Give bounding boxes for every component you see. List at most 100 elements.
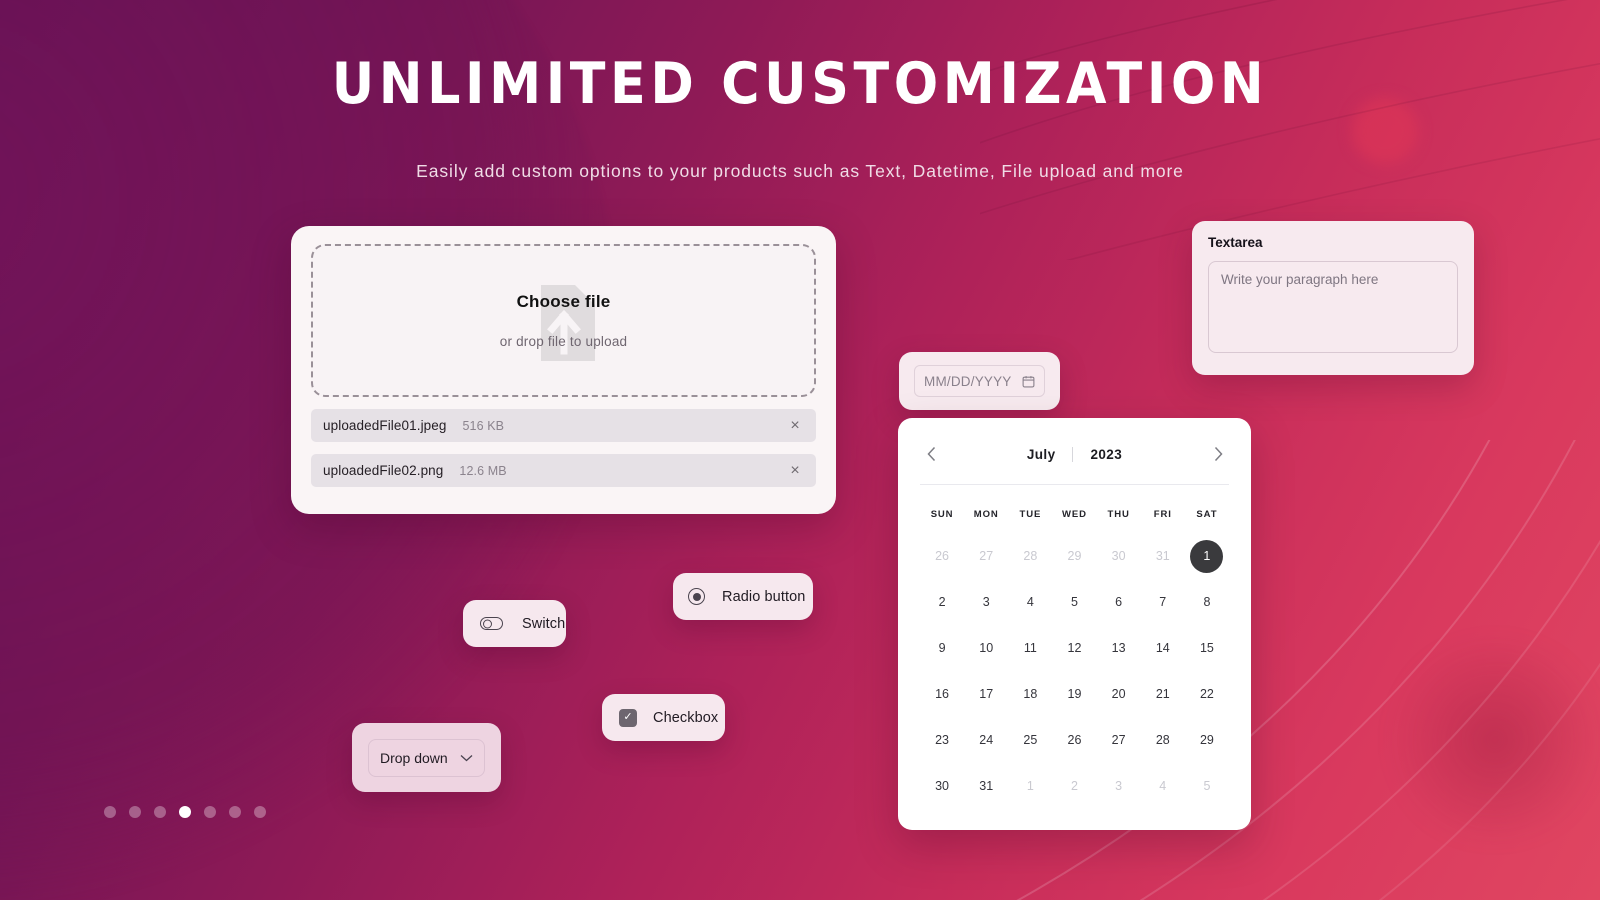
carousel-dots [104, 806, 266, 818]
calendar-day[interactable]: 4 [1141, 763, 1185, 809]
calendar-day[interactable]: 5 [1185, 763, 1229, 809]
calendar-weekday: TUE [1019, 508, 1042, 520]
uploaded-file-row: uploadedFile01.jpeg 516 KB × [311, 409, 816, 442]
calendar-title: July 2023 [942, 446, 1207, 462]
switch-label: Switch [522, 615, 566, 632]
calendar-day[interactable]: 14 [1141, 625, 1185, 671]
calendar-day[interactable]: 26 [1052, 717, 1096, 763]
calendar-day[interactable]: 4 [1008, 579, 1052, 625]
date-input-placeholder: MM/DD/YYYY [924, 373, 1012, 389]
switch-chip[interactable]: Switch [463, 600, 566, 647]
calendar-day[interactable]: 31 [964, 763, 1008, 809]
calendar-day[interactable]: 17 [964, 671, 1008, 717]
calendar-day[interactable]: 15 [1185, 625, 1229, 671]
dropdown-chip[interactable]: Drop down [352, 723, 501, 792]
calendar-weekday: WED [1062, 508, 1087, 520]
page-title: UNLIMITED CUSTOMIZATION [331, 51, 1269, 117]
calendar-day[interactable]: 23 [920, 717, 964, 763]
calendar-header: July 2023 [920, 434, 1229, 474]
date-input[interactable]: MM/DD/YYYY [914, 365, 1045, 397]
carousel-dot[interactable] [129, 806, 141, 818]
file-name: uploadedFile02.png [323, 463, 444, 478]
calendar-grid: SUN MON TUE WED THU FRI SAT 26 27 28 29 30 31 1 2 3 4 5 6 7… [920, 495, 1229, 809]
calendar-weekday: MON [973, 508, 999, 520]
calendar-rule [920, 484, 1229, 485]
calendar-day[interactable]: 28 [1008, 533, 1052, 579]
calendar-day[interactable]: 30 [920, 763, 964, 809]
carousel-dot[interactable] [204, 806, 216, 818]
carousel-dot-active[interactable] [179, 806, 191, 818]
checkbox-label: Checkbox [653, 709, 719, 726]
carousel-dot[interactable] [104, 806, 116, 818]
calendar-next-icon[interactable] [1207, 443, 1229, 465]
calendar-weekday: SAT [1196, 508, 1218, 520]
calendar-day[interactable]: 18 [1008, 671, 1052, 717]
calendar-day-selected[interactable]: 1 [1185, 533, 1229, 579]
calendar-widget: July 2023 SUN MON TUE WED THU FRI SAT 26 27 28 29 3… [898, 418, 1251, 830]
background-circle-dark [1380, 640, 1600, 840]
calendar-day[interactable]: 8 [1185, 579, 1229, 625]
calendar-day[interactable]: 3 [964, 579, 1008, 625]
file-size: 12.6 MB [459, 463, 507, 478]
calendar-day[interactable]: 5 [1052, 579, 1096, 625]
calendar-day[interactable]: 10 [964, 625, 1008, 671]
calendar-day[interactable]: 29 [1052, 533, 1096, 579]
textarea-label: Textarea [1208, 235, 1263, 250]
carousel-dot[interactable] [229, 806, 241, 818]
calendar-weekday: FRI [1153, 508, 1172, 520]
calendar-day[interactable]: 1 [1008, 763, 1052, 809]
file-size: 516 KB [462, 418, 505, 433]
calendar-day[interactable]: 24 [964, 717, 1008, 763]
calendar-day[interactable]: 2 [920, 579, 964, 625]
calendar-day[interactable]: 3 [1097, 763, 1141, 809]
calendar-day[interactable]: 19 [1052, 671, 1096, 717]
dropdown-select[interactable]: Drop down [368, 738, 485, 777]
remove-file-icon[interactable]: × [786, 417, 804, 435]
calendar-prev-icon[interactable] [920, 443, 942, 465]
chevron-down-icon[interactable] [460, 754, 473, 762]
uploaded-file-row: uploadedFile02.png 12.6 MB × [311, 454, 816, 487]
file-dropzone[interactable]: Choose file or drop file to upload [311, 244, 816, 397]
calendar-day[interactable]: 28 [1141, 717, 1185, 763]
calendar-weekday: THU [1107, 508, 1130, 520]
calendar-day[interactable]: 7 [1141, 579, 1185, 625]
textarea-input[interactable]: Write your paragraph here [1208, 261, 1458, 353]
calendar-day[interactable]: 12 [1052, 625, 1096, 671]
calendar-divider [1072, 446, 1074, 462]
remove-file-icon[interactable]: × [786, 462, 804, 480]
checkbox-chip[interactable]: ✓ Checkbox [602, 694, 725, 741]
dropzone-title: Choose file [516, 292, 611, 311]
calendar-day[interactable]: 27 [1097, 717, 1141, 763]
calendar-icon[interactable] [1022, 375, 1035, 388]
calendar-day[interactable]: 6 [1097, 579, 1141, 625]
calendar-day[interactable]: 16 [920, 671, 964, 717]
switch-toggle-icon[interactable] [480, 617, 503, 630]
calendar-day[interactable]: 2 [1052, 763, 1096, 809]
calendar-day[interactable]: 31 [1141, 533, 1185, 579]
calendar-year[interactable]: 2023 [1090, 447, 1122, 462]
calendar-day[interactable]: 11 [1008, 625, 1052, 671]
carousel-dot[interactable] [254, 806, 266, 818]
calendar-day[interactable]: 25 [1008, 717, 1052, 763]
calendar-day[interactable]: 9 [920, 625, 964, 671]
textarea-card: Textarea Write your paragraph here [1192, 221, 1474, 375]
calendar-day[interactable]: 22 [1185, 671, 1229, 717]
radio-label: Radio button [722, 588, 806, 605]
calendar-day[interactable]: 20 [1097, 671, 1141, 717]
checkbox-icon[interactable]: ✓ [619, 708, 637, 727]
calendar-day[interactable]: 26 [920, 533, 964, 579]
calendar-day[interactable]: 21 [1141, 671, 1185, 717]
radio-button-icon[interactable] [688, 588, 705, 605]
calendar-weekday: SUN [930, 508, 954, 520]
hero-header: UNLIMITED CUSTOMIZATION Easily add custo… [0, 56, 1600, 182]
calendar-day[interactable]: 29 [1185, 717, 1229, 763]
calendar-day[interactable]: 27 [964, 533, 1008, 579]
radio-chip[interactable]: Radio button [673, 573, 813, 620]
file-name: uploadedFile01.jpeg [323, 418, 447, 433]
calendar-day[interactable]: 30 [1097, 533, 1141, 579]
carousel-dot[interactable] [154, 806, 166, 818]
dropdown-label: Drop down [380, 749, 448, 766]
calendar-day[interactable]: 13 [1097, 625, 1141, 671]
hero-slide: UNLIMITED CUSTOMIZATION Easily add custo… [0, 0, 1600, 900]
calendar-month[interactable]: July [1027, 447, 1056, 462]
